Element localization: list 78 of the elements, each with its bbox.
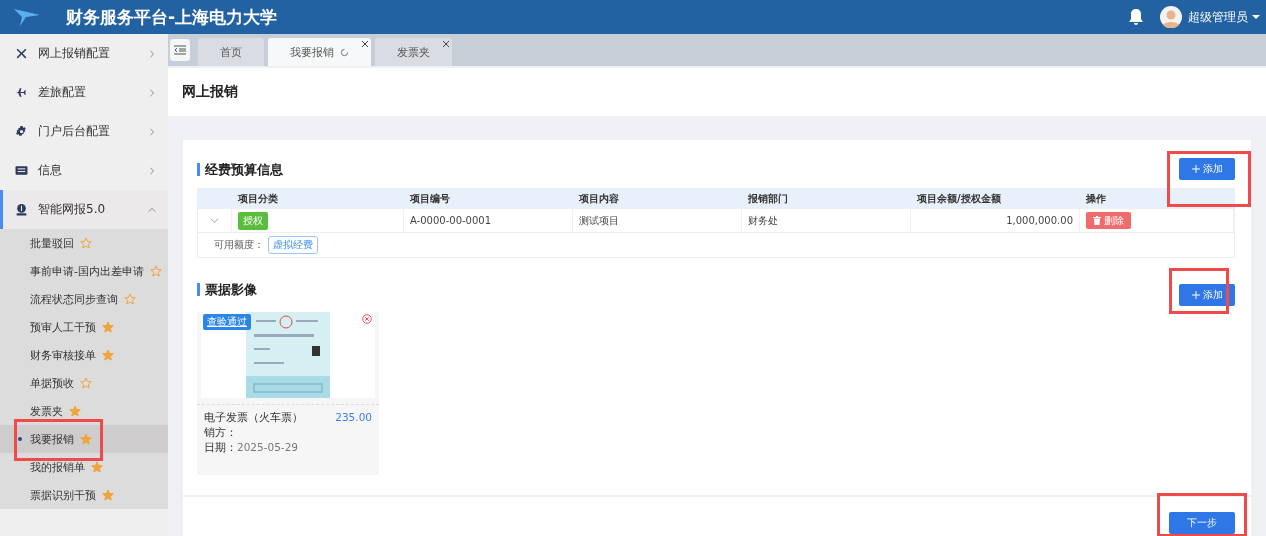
chevron-icon (148, 166, 156, 175)
sidebar-item[interactable]: 门户后台配置 (0, 112, 168, 151)
trash-icon (1093, 216, 1101, 225)
sidebar-subitem[interactable]: 流程状态同步查询 (0, 285, 168, 313)
sidebar-item[interactable]: 信息 (0, 151, 168, 190)
star-icon[interactable] (69, 405, 81, 417)
sidebar-subitem[interactable]: 票据识别干预 (0, 481, 168, 509)
verified-badge: 查验通过 (203, 314, 251, 330)
refresh-icon[interactable] (340, 47, 349, 57)
star-icon[interactable] (102, 321, 114, 333)
column-header: 项目编号 (409, 191, 451, 206)
remove-icon[interactable] (362, 314, 372, 324)
tab[interactable]: 首页 (198, 38, 264, 66)
column-header: 项目余额/授权金额 (916, 191, 1002, 206)
chevron-icon (148, 49, 156, 58)
star-icon[interactable] (80, 433, 92, 445)
column-header: 项目内容 (578, 191, 620, 206)
star-icon[interactable] (80, 377, 92, 389)
page-title: 网上报销 (182, 83, 238, 101)
sidebar-subitem[interactable]: 批量驳回 (0, 229, 168, 257)
fund-tag: 虚拟经费 (268, 236, 318, 254)
close-icon[interactable] (443, 41, 449, 47)
category-tag: 授权 (238, 211, 268, 230)
close-icon[interactable] (362, 41, 368, 47)
star-icon[interactable] (80, 237, 92, 249)
star-icon[interactable] (102, 489, 114, 501)
section-title: 票据影像 (197, 282, 257, 296)
user-name[interactable]: 超级管理员 (1188, 8, 1248, 26)
sidebar-item[interactable]: 网上报销配置 (0, 34, 168, 73)
tab[interactable]: 我要报销 (268, 38, 371, 66)
column-header: 项目分类 (237, 191, 279, 206)
sidebar-subitem[interactable]: 事前申请-国内出差申请 (0, 257, 168, 285)
app-title: 财务服务平台-上海电力大学 (66, 5, 278, 29)
plus-icon (1191, 291, 1200, 299)
gear-icon (15, 125, 28, 138)
invoice-date: 2025-05-29 (237, 441, 299, 453)
column-header: 操作 (1085, 191, 1107, 206)
sidebar-subitem[interactable]: 我要报销 (0, 425, 168, 453)
tab[interactable]: 发票夹 (375, 38, 452, 66)
sidebar-subitem[interactable]: 发票夹 (0, 397, 168, 425)
invoice-name: 电子发票（火车票） (204, 410, 303, 425)
table-cell: A-0000-00-0001 (404, 209, 573, 232)
menu-icon (174, 45, 186, 55)
date-label: 日期： (204, 441, 237, 453)
table-cell: 测试项目 (573, 209, 742, 232)
expand-icon[interactable] (210, 216, 219, 225)
section-title: 经费预算信息 (197, 162, 283, 176)
list-icon (15, 165, 28, 176)
available-label: 可用额度： (214, 238, 264, 252)
next-button[interactable]: 下一步 (1169, 512, 1235, 534)
sidebar-subitem[interactable]: 我的报销单 (0, 453, 168, 481)
invoice-amount: 235.00 (335, 410, 372, 425)
star-icon[interactable] (124, 293, 136, 305)
avatar-icon[interactable] (1160, 6, 1182, 28)
add-button[interactable]: 添加 (1179, 284, 1235, 306)
sidebar-subitem[interactable]: 单据预收 (0, 369, 168, 397)
collapse-button[interactable] (170, 39, 190, 61)
plus-icon (1191, 165, 1200, 173)
airplane-icon (15, 86, 28, 99)
logo-icon (14, 7, 40, 27)
chevron-icon (148, 88, 156, 97)
chevron-icon (148, 205, 156, 214)
sidebar-item[interactable]: 差旅配置 (0, 73, 168, 112)
sidebar-subitem[interactable]: 预审人工干预 (0, 313, 168, 341)
bell-icon[interactable] (1128, 8, 1144, 26)
sidebar-subitem[interactable]: 财务审核接单 (0, 341, 168, 369)
table-cell: 财务处 (742, 209, 911, 232)
caret-icon[interactable] (1252, 14, 1260, 20)
chevron-icon (148, 127, 156, 136)
star-icon[interactable] (150, 265, 162, 277)
star-icon[interactable] (91, 461, 103, 473)
star-icon[interactable] (102, 349, 114, 361)
table-cell: 1,000,000.00 (911, 209, 1080, 232)
column-header: 报销部门 (747, 191, 789, 206)
add-button[interactable]: 添加 (1179, 158, 1235, 180)
sidebar-item[interactable]: 智能网报5.0 (0, 190, 168, 229)
invoice-card[interactable]: 查验通过 电子发票（火车票） 235.00 销方： 日期：2025-05-29 (197, 312, 379, 475)
seller-label: 销方： (204, 425, 238, 440)
